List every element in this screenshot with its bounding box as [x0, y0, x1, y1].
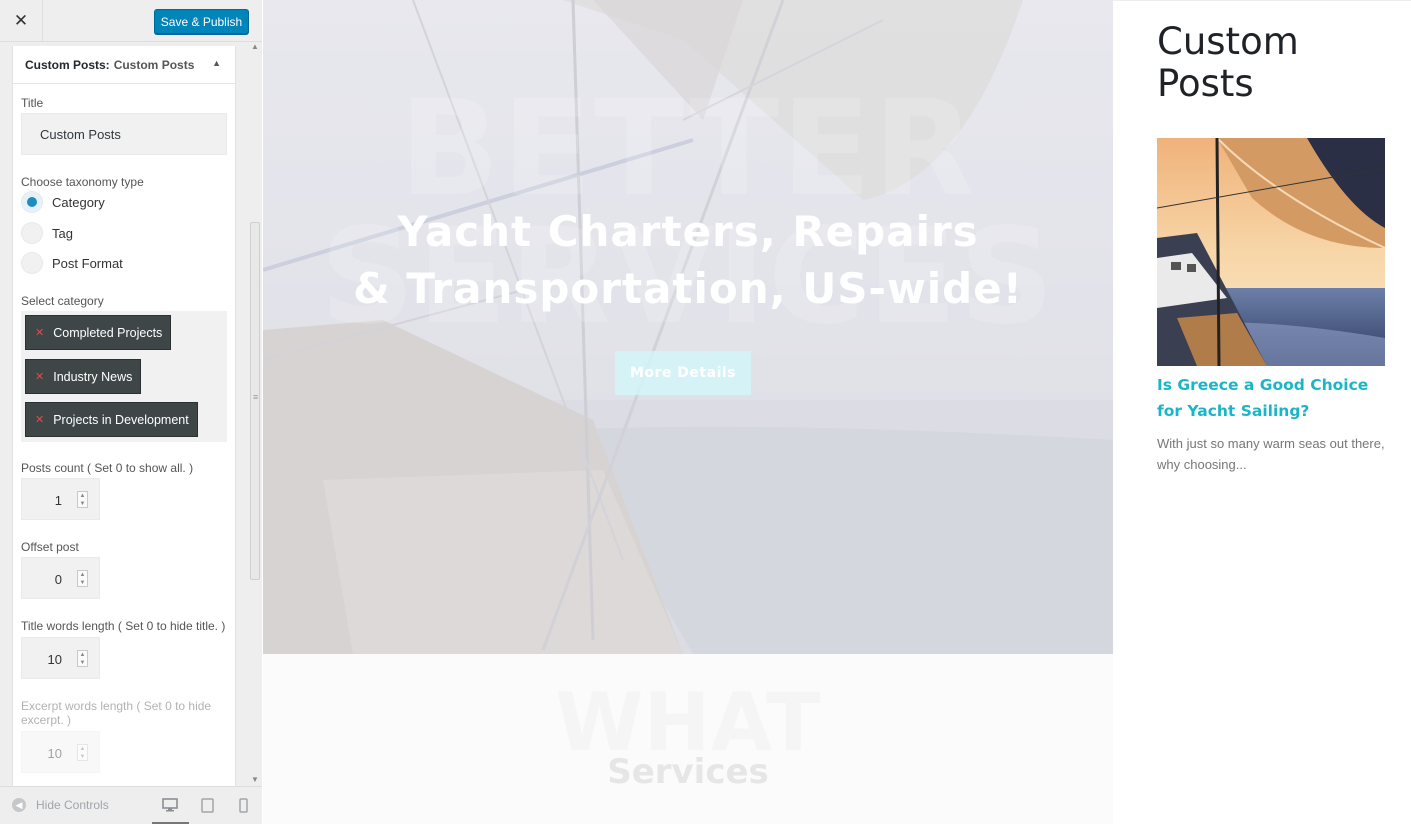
- category-chip[interactable]: ✕ Projects in Development: [25, 402, 198, 437]
- close-button[interactable]: ✕: [0, 0, 43, 42]
- panel-scrollbar[interactable]: ▲ ≡ ▼: [248, 42, 262, 784]
- taxonomy-option-label: Tag: [52, 225, 73, 241]
- taxonomy-label: Choose taxonomy type: [21, 175, 144, 189]
- posts-count-label: Posts count ( Set 0 to show all. ): [21, 461, 194, 475]
- widget-title-prefix: Custom Posts:: [25, 57, 110, 72]
- hero-heading-line: & Transportation, US-wide!: [353, 264, 1023, 313]
- category-chip-label: Projects in Development: [53, 412, 189, 427]
- taxonomy-option-label: Post Format: [52, 255, 123, 271]
- customizer-panel: ✕ Save & Publish Custom Posts: Custom Po…: [0, 0, 262, 824]
- posts-count-value: 1: [54, 493, 62, 508]
- more-details-button[interactable]: More Details: [615, 351, 751, 395]
- title-words-value: 10: [47, 652, 62, 667]
- excerpt-words-value: 10: [47, 746, 62, 761]
- taxonomy-option-category[interactable]: Category: [21, 191, 105, 213]
- stepper-icon[interactable]: ▲ ▼: [77, 650, 88, 667]
- services-title: Services: [607, 752, 769, 792]
- category-chip[interactable]: ✕ Completed Projects: [25, 315, 172, 350]
- stepper-icon[interactable]: ▲ ▼: [77, 744, 88, 761]
- save-publish-button[interactable]: Save & Publish: [154, 9, 249, 34]
- title-words-label: Title words length ( Set 0 to hide title…: [21, 619, 226, 633]
- taxonomy-option-label: Category: [52, 194, 105, 210]
- desktop-preview-icon[interactable]: [161, 796, 179, 814]
- panel-header: ✕ Save & Publish: [0, 0, 262, 42]
- scroll-thumb[interactable]: ≡: [250, 222, 260, 580]
- offset-input[interactable]: 0 ▲ ▼: [21, 557, 100, 599]
- offset-value: 0: [54, 572, 62, 587]
- widget-controls: Custom Posts: Custom Posts ▲ Title Custo…: [12, 46, 236, 786]
- widget-title-bar[interactable]: Custom Posts: Custom Posts ▲: [13, 46, 235, 84]
- hero-section: BETTER SERVICES Yacht Charters, Repairs …: [263, 0, 1113, 654]
- hero-heading-line: Yacht Charters, Repairs: [397, 207, 979, 256]
- post-thumbnail[interactable]: [1157, 138, 1385, 366]
- title-input[interactable]: Custom Posts: [21, 113, 227, 155]
- preview-sidebar: Custom Posts Is Greece a Good Choice for…: [1113, 0, 1411, 824]
- title-label: Title: [21, 96, 44, 110]
- stepper-icon[interactable]: ▲ ▼: [77, 570, 88, 587]
- category-label: Select category: [21, 294, 104, 308]
- hide-controls-button[interactable]: ◀ Hide Controls: [12, 798, 109, 812]
- excerpt-words-label: Excerpt words length ( Set 0 to hide exc…: [21, 699, 212, 727]
- posts-count-input[interactable]: 1 ▲ ▼: [21, 478, 100, 520]
- hero-bg-line: BETTER: [399, 72, 977, 226]
- taxonomy-option-tag[interactable]: Tag: [21, 222, 73, 244]
- offset-label: Offset post: [21, 540, 79, 554]
- panel-footer: ◀ Hide Controls: [0, 786, 262, 824]
- stepper-icon[interactable]: ▲ ▼: [77, 491, 88, 508]
- services-section: WHAT Services: [263, 654, 1113, 824]
- scroll-up-icon[interactable]: ▲: [251, 42, 259, 51]
- category-select[interactable]: ✕ Completed Projects ✕ Industry News ✕ P…: [21, 311, 227, 442]
- title-words-input[interactable]: 10 ▲ ▼: [21, 637, 100, 679]
- collapse-arrow-icon[interactable]: ▲: [212, 58, 221, 68]
- close-icon: ✕: [13, 11, 29, 30]
- mobile-preview-icon[interactable]: [234, 796, 252, 814]
- widget-title-name: Custom Posts: [113, 57, 195, 72]
- scroll-down-icon[interactable]: ▼: [251, 775, 259, 784]
- sidebar-widget-title: Custom Posts: [1157, 20, 1299, 105]
- taxonomy-option-post-format[interactable]: Post Format: [21, 252, 123, 274]
- category-chip[interactable]: ✕ Industry News: [25, 359, 142, 394]
- tablet-preview-icon[interactable]: [198, 796, 216, 814]
- radio-button-selected[interactable]: [21, 191, 43, 213]
- radio-button[interactable]: [21, 252, 43, 274]
- post-excerpt: With just so many warm seas out there, w…: [1157, 436, 1385, 472]
- post-title-link[interactable]: Is Greece a Good Choice for Yacht Sailin…: [1157, 372, 1397, 424]
- category-chip-label: Completed Projects: [53, 325, 163, 340]
- collapse-icon: ◀: [12, 798, 26, 812]
- hide-controls-label: Hide Controls: [36, 798, 109, 812]
- remove-icon[interactable]: ✕: [35, 370, 44, 383]
- radio-button[interactable]: [21, 222, 43, 244]
- excerpt-words-input[interactable]: 10 ▲ ▼: [21, 731, 100, 773]
- remove-icon[interactable]: ✕: [35, 413, 44, 426]
- hero-heading: Yacht Charters, Repairs & Transportation…: [263, 203, 1113, 317]
- remove-icon[interactable]: ✕: [35, 326, 44, 339]
- category-chip-label: Industry News: [53, 369, 133, 384]
